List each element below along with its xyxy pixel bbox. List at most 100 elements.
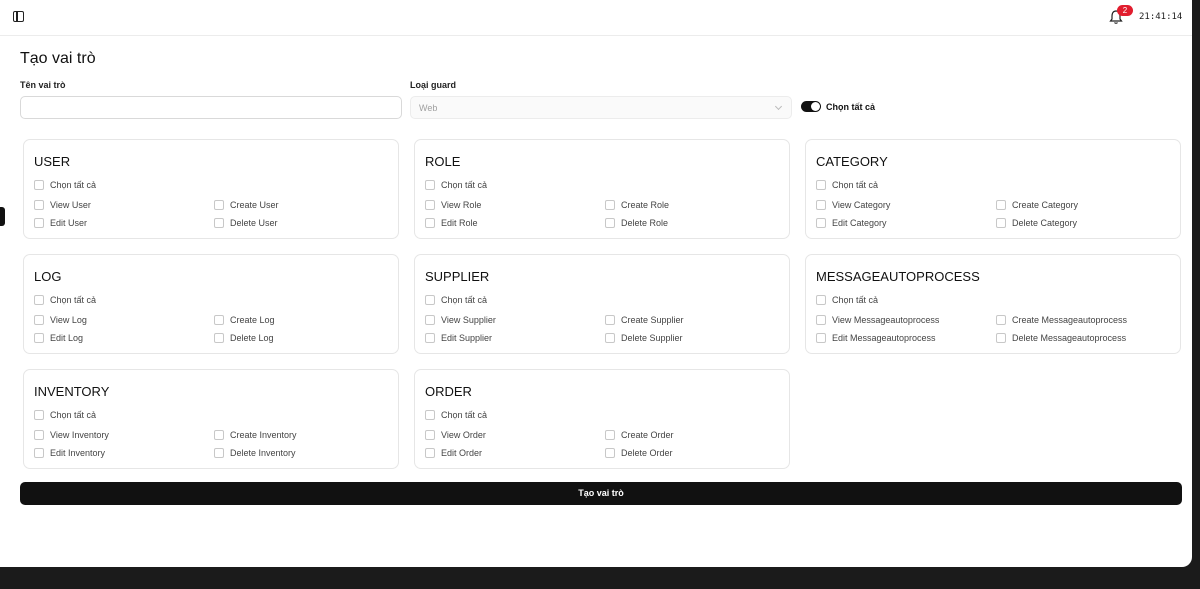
checkbox[interactable] bbox=[425, 315, 435, 325]
checkbox[interactable] bbox=[34, 448, 44, 458]
checkbox[interactable] bbox=[605, 315, 615, 325]
create-permission-checkbox[interactable]: Create Inventory bbox=[214, 430, 297, 440]
checkbox[interactable] bbox=[34, 410, 44, 420]
view-permission-checkbox[interactable]: View Messageautoprocess bbox=[816, 315, 939, 325]
checkbox[interactable] bbox=[34, 218, 44, 228]
edit-permission-checkbox[interactable]: Edit Order bbox=[425, 448, 482, 458]
checkbox[interactable] bbox=[34, 333, 44, 343]
checkbox[interactable] bbox=[214, 200, 224, 210]
checkbox[interactable] bbox=[996, 200, 1006, 210]
checkbox[interactable] bbox=[605, 218, 615, 228]
select-all-checkbox[interactable]: Chọn tất cả bbox=[816, 295, 878, 305]
checkbox[interactable] bbox=[425, 430, 435, 440]
delete-permission-checkbox[interactable]: Delete Category bbox=[996, 218, 1077, 228]
create-permission-checkbox[interactable]: Create Order bbox=[605, 430, 674, 440]
checkbox[interactable] bbox=[425, 200, 435, 210]
checkbox-label: Delete Inventory bbox=[230, 448, 296, 458]
checkbox[interactable] bbox=[816, 180, 826, 190]
checkbox-label: Create Inventory bbox=[230, 430, 297, 440]
checkbox[interactable] bbox=[605, 200, 615, 210]
edge-handle[interactable] bbox=[0, 207, 5, 226]
role-name-input[interactable] bbox=[20, 96, 402, 119]
permission-card-title: INVENTORY bbox=[34, 384, 110, 399]
create-permission-checkbox[interactable]: Create Log bbox=[214, 315, 275, 325]
select-all-checkbox[interactable]: Chọn tất cả bbox=[34, 295, 96, 305]
edit-permission-checkbox[interactable]: Edit Messageautoprocess bbox=[816, 333, 936, 343]
checkbox-label: Chọn tất cả bbox=[50, 180, 97, 190]
select-all-switch[interactable] bbox=[801, 101, 821, 112]
checkbox[interactable] bbox=[605, 333, 615, 343]
create-permission-checkbox[interactable]: Create User bbox=[214, 200, 279, 210]
select-all-checkbox[interactable]: Chọn tất cả bbox=[425, 295, 487, 305]
edit-permission-checkbox[interactable]: Edit Role bbox=[425, 218, 478, 228]
checkbox-label: Delete Order bbox=[621, 448, 673, 458]
checkbox[interactable] bbox=[605, 430, 615, 440]
checkbox[interactable] bbox=[34, 200, 44, 210]
view-permission-checkbox[interactable]: View Role bbox=[425, 200, 481, 210]
checkbox[interactable] bbox=[605, 448, 615, 458]
delete-permission-checkbox[interactable]: Delete Role bbox=[605, 218, 668, 228]
view-permission-checkbox[interactable]: View Order bbox=[425, 430, 486, 440]
checkbox[interactable] bbox=[425, 333, 435, 343]
top-bar: 2 21:41:14 bbox=[0, 0, 1192, 36]
checkbox[interactable] bbox=[425, 218, 435, 228]
checkbox[interactable] bbox=[34, 315, 44, 325]
view-permission-checkbox[interactable]: View Category bbox=[816, 200, 890, 210]
guard-type-select[interactable]: Web bbox=[410, 96, 792, 119]
checkbox[interactable] bbox=[34, 295, 44, 305]
delete-permission-checkbox[interactable]: Delete Messageautoprocess bbox=[996, 333, 1126, 343]
checkbox-label: View Messageautoprocess bbox=[832, 315, 940, 325]
checkbox[interactable] bbox=[34, 430, 44, 440]
view-permission-checkbox[interactable]: View Log bbox=[34, 315, 87, 325]
checkbox-label: Chọn tất cả bbox=[50, 410, 97, 420]
create-permission-checkbox[interactable]: Create Supplier bbox=[605, 315, 684, 325]
checkbox[interactable] bbox=[816, 333, 826, 343]
delete-permission-checkbox[interactable]: Delete User bbox=[214, 218, 278, 228]
create-permission-checkbox[interactable]: Create Role bbox=[605, 200, 669, 210]
checkbox-label: Delete Messageautoprocess bbox=[1012, 333, 1127, 343]
switch-knob bbox=[811, 102, 820, 111]
edit-permission-checkbox[interactable]: Edit Supplier bbox=[425, 333, 492, 343]
checkbox[interactable] bbox=[214, 448, 224, 458]
create-permission-checkbox[interactable]: Create Category bbox=[996, 200, 1078, 210]
checkbox-label: Edit Order bbox=[441, 448, 483, 458]
checkbox[interactable] bbox=[816, 200, 826, 210]
select-all-checkbox[interactable]: Chọn tất cả bbox=[34, 180, 96, 190]
checkbox[interactable] bbox=[214, 333, 224, 343]
checkbox[interactable] bbox=[425, 180, 435, 190]
create-role-button[interactable]: Tạo vai trò bbox=[20, 482, 1182, 505]
view-permission-checkbox[interactable]: View Supplier bbox=[425, 315, 496, 325]
delete-permission-checkbox[interactable]: Delete Log bbox=[214, 333, 274, 343]
sidebar-toggle-icon[interactable] bbox=[13, 11, 24, 22]
checkbox[interactable] bbox=[996, 218, 1006, 228]
checkbox[interactable] bbox=[996, 333, 1006, 343]
view-permission-checkbox[interactable]: View Inventory bbox=[34, 430, 109, 440]
checkbox[interactable] bbox=[34, 180, 44, 190]
checkbox[interactable] bbox=[816, 218, 826, 228]
delete-permission-checkbox[interactable]: Delete Inventory bbox=[214, 448, 296, 458]
checkbox[interactable] bbox=[425, 448, 435, 458]
select-all-checkbox[interactable]: Chọn tất cả bbox=[425, 410, 487, 420]
checkbox-label: Edit User bbox=[50, 218, 88, 228]
select-all-checkbox[interactable]: Chọn tất cả bbox=[34, 410, 96, 420]
view-permission-checkbox[interactable]: View User bbox=[34, 200, 91, 210]
select-all-checkbox[interactable]: Chọn tất cả bbox=[425, 180, 487, 190]
checkbox[interactable] bbox=[214, 315, 224, 325]
checkbox[interactable] bbox=[425, 295, 435, 305]
edit-permission-checkbox[interactable]: Edit Inventory bbox=[34, 448, 105, 458]
delete-permission-checkbox[interactable]: Delete Order bbox=[605, 448, 673, 458]
checkbox-label: Chọn tất cả bbox=[832, 295, 879, 305]
create-permission-checkbox[interactable]: Create Messageautoprocess bbox=[996, 315, 1127, 325]
edit-permission-checkbox[interactable]: Edit Log bbox=[34, 333, 83, 343]
select-all-checkbox[interactable]: Chọn tất cả bbox=[816, 180, 878, 190]
checkbox[interactable] bbox=[816, 315, 826, 325]
checkbox[interactable] bbox=[425, 410, 435, 420]
delete-permission-checkbox[interactable]: Delete Supplier bbox=[605, 333, 683, 343]
checkbox-label: Delete Log bbox=[230, 333, 274, 343]
checkbox[interactable] bbox=[214, 430, 224, 440]
edit-permission-checkbox[interactable]: Edit User bbox=[34, 218, 87, 228]
checkbox[interactable] bbox=[996, 315, 1006, 325]
edit-permission-checkbox[interactable]: Edit Category bbox=[816, 218, 887, 228]
checkbox[interactable] bbox=[214, 218, 224, 228]
checkbox[interactable] bbox=[816, 295, 826, 305]
